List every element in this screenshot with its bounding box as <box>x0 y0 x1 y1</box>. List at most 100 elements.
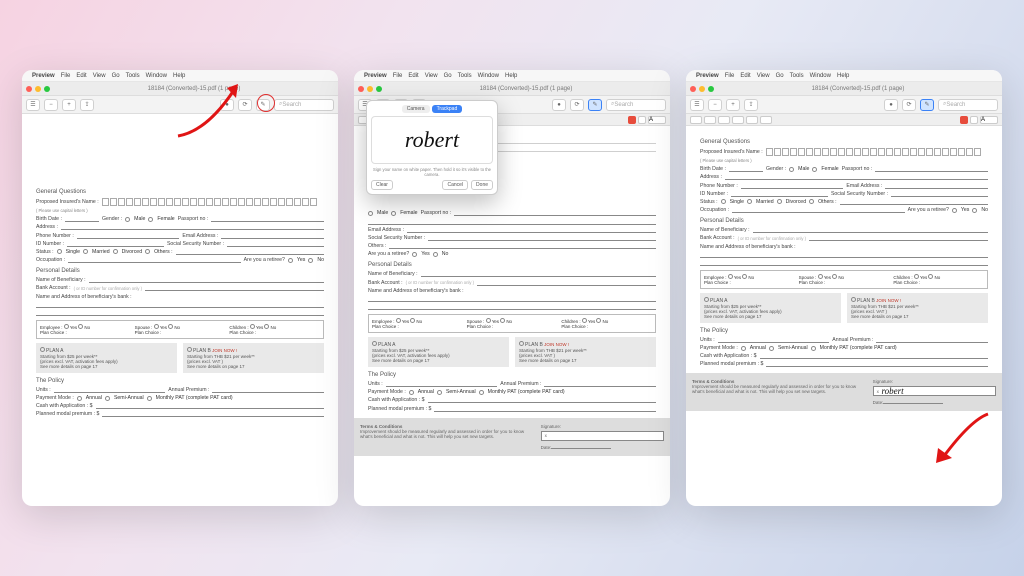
annotation-circle-icon <box>257 94 275 112</box>
terms-body: Improvement should be measured regularly… <box>360 429 524 439</box>
id-label: ID Number : <box>36 241 64 247</box>
sign-tool-icon[interactable] <box>732 116 744 124</box>
minimize-icon[interactable] <box>699 86 705 92</box>
menubar: Preview File Edit View Go Tools Window H… <box>22 70 338 82</box>
email-label: Email Address : <box>182 233 218 239</box>
done-button[interactable]: Done <box>471 180 493 190</box>
pdf-page: General Questions Proposed Insured's Nam… <box>686 126 1002 506</box>
toolbar: ☰ − + ⇪ ● ⟳ ✎ ⌕ Search <box>22 96 338 114</box>
phone-label: Phone Number : <box>36 233 74 239</box>
status-label: Status : <box>36 249 54 255</box>
proposed-name-label: Proposed Insured's Name : <box>36 199 99 205</box>
married-radio[interactable] <box>83 249 88 254</box>
name-boxes[interactable] <box>102 198 317 206</box>
retiree-no-radio[interactable] <box>308 258 313 263</box>
menu-app[interactable]: Preview <box>32 73 55 79</box>
menu-go[interactable]: Go <box>112 73 120 79</box>
retiree-label: Are you a retiree? <box>244 257 285 263</box>
section-policy: The Policy <box>36 378 324 384</box>
signature-popup: Camera Trackpad robert Sign your name on… <box>366 100 498 195</box>
search-input[interactable]: ⌕ Search <box>606 99 666 111</box>
section-personal: Personal Details <box>36 268 324 274</box>
plan-a-card: PLAN A Starting from $25 per week**(pric… <box>36 343 177 373</box>
preview-window-1: Preview File Edit View Go Tools Window H… <box>22 70 338 506</box>
plan-cards: PLAN A Starting from $25 per week**(pric… <box>36 343 324 373</box>
menu-edit[interactable]: Edit <box>76 73 86 79</box>
capital-note: ( Please use capital letters ) <box>36 208 324 213</box>
gender-label: Gender : <box>102 216 122 222</box>
fill-color-icon[interactable] <box>638 116 646 124</box>
rotate-icon[interactable]: ⟳ <box>238 99 252 111</box>
tab-trackpad[interactable]: Trackpad <box>432 105 463 113</box>
zoom-icon[interactable] <box>376 86 382 92</box>
cancel-button[interactable]: Cancel <box>442 180 468 190</box>
search-input[interactable]: ⌕ Search <box>274 99 334 111</box>
window-titlebar: 18184 (Converted)-15.pdf (1 page) <box>354 82 670 96</box>
tab-camera[interactable]: Camera <box>402 105 430 113</box>
retiree-yes-radio[interactable] <box>288 258 293 263</box>
window-titlebar: 18184 (Converted)-15.pdf (1 page) <box>22 82 338 96</box>
zoom-out-button[interactable]: − <box>44 99 58 111</box>
signature-hint: Sign your name on white paper. Then hold… <box>371 167 493 177</box>
sidebar-toggle-icon[interactable]: ☰ <box>26 99 40 111</box>
minimize-icon[interactable] <box>35 86 41 92</box>
close-icon[interactable] <box>26 86 32 92</box>
plan-b-card: PLAN B JOIN NOW ! Starting from THB $21 … <box>183 343 324 373</box>
menu-help[interactable]: Help <box>173 73 185 79</box>
search-placeholder: Search <box>282 102 301 108</box>
captured-signature: robert <box>405 127 459 153</box>
menu-view[interactable]: View <box>93 73 106 79</box>
zoom-icon[interactable] <box>708 86 714 92</box>
address-label: Address : <box>36 224 58 230</box>
share-icon[interactable]: ⇪ <box>80 99 94 111</box>
birth-label: Birth Date : <box>36 216 62 222</box>
beneficiary-label: Name of Beneficiary : <box>36 277 86 283</box>
font-style-icon[interactable]: A <box>648 116 666 124</box>
ssn-label: Social Security Number : <box>167 241 224 247</box>
search-input[interactable]: ⌕ Search <box>938 99 998 111</box>
signature-label: Signature: <box>873 379 894 384</box>
plan-choice-grid: Employee : Yes NoPlan Choice : Spouse : … <box>36 320 324 339</box>
male-radio[interactable] <box>125 217 130 222</box>
signature-field[interactable]: x robert <box>873 386 996 396</box>
markup-toggle-icon[interactable]: ✎ <box>920 99 934 111</box>
divorced-radio[interactable] <box>113 249 118 254</box>
border-color-icon[interactable] <box>628 116 636 124</box>
close-icon[interactable] <box>358 86 364 92</box>
date-label: Date: <box>873 400 884 405</box>
menubar: Preview FileEditViewGoToolsWindowHelp <box>354 70 670 82</box>
pdf-page: General Questions Proposed Insured's Nam… <box>22 114 338 506</box>
markup-toggle-icon[interactable]: ✎ <box>256 99 270 111</box>
passport-label: Passport no : <box>178 216 209 222</box>
zoom-icon[interactable] <box>44 86 50 92</box>
toolbar: ☰−+⇪ ●⟳✎ ⌕ Search <box>686 96 1002 114</box>
single-radio[interactable] <box>57 249 62 254</box>
signature-capture-area[interactable]: robert <box>371 116 493 164</box>
section-general: General Questions <box>36 189 324 195</box>
others-radio[interactable] <box>145 249 150 254</box>
traffic-lights <box>26 86 50 92</box>
clear-button[interactable]: Clear <box>371 180 393 190</box>
markup-toggle-icon[interactable]: ✎ <box>588 99 602 111</box>
markup-toolbar: A <box>686 114 1002 126</box>
menu-tools[interactable]: Tools <box>126 73 140 79</box>
menubar: Preview FileEditViewGoToolsWindowHelp <box>686 70 1002 82</box>
occupation-label: Occupation : <box>36 257 65 263</box>
date-label: Date: <box>541 445 552 450</box>
document-title: 18184 (Converted)-15.pdf (1 page) <box>54 86 334 92</box>
footer: Terms & ConditionsImprovement should be … <box>686 373 1002 411</box>
signature-field[interactable]: x <box>541 431 664 441</box>
placed-signature[interactable]: robert <box>881 386 903 396</box>
zoom-in-button[interactable]: + <box>62 99 76 111</box>
female-radio[interactable] <box>148 217 153 222</box>
highlight-icon[interactable]: ● <box>220 99 234 111</box>
footer: Terms & ConditionsImprovement should be … <box>354 418 670 456</box>
menu-file[interactable]: File <box>61 73 71 79</box>
preview-window-3: Preview FileEditViewGoToolsWindowHelp 18… <box>686 70 1002 506</box>
terms-body: Improvement should be measured regularly… <box>692 384 856 394</box>
minimize-icon[interactable] <box>367 86 373 92</box>
window-titlebar: 18184 (Converted)-15.pdf (1 page) <box>686 82 1002 96</box>
menu-window[interactable]: Window <box>146 73 167 79</box>
close-icon[interactable] <box>690 86 696 92</box>
preview-window-2: Preview FileEditViewGoToolsWindowHelp 18… <box>354 70 670 506</box>
